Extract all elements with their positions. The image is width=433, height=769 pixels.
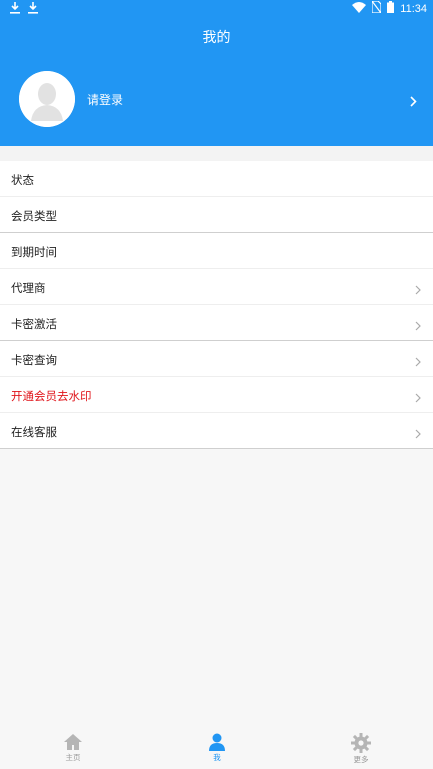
list-item-agent[interactable]: 代理商: [0, 269, 433, 305]
chevron-right-icon: [415, 352, 421, 371]
profile-login-row[interactable]: 请登录: [0, 66, 433, 136]
list-item-vip-watermark[interactable]: 开通会员去水印: [0, 377, 433, 413]
no-sim-icon: [371, 0, 382, 16]
row-label: 卡密激活: [11, 317, 57, 331]
row-label: 状态: [11, 173, 34, 187]
tab-label: 我: [213, 753, 221, 762]
wifi-icon: [352, 1, 367, 16]
tab-label: 更多: [353, 755, 369, 764]
home-icon: [33, 733, 113, 751]
row-label: 代理商: [11, 281, 46, 295]
tab-label: 主页: [65, 753, 81, 762]
person-icon: [177, 733, 257, 751]
chevron-right-icon: [410, 92, 417, 111]
avatar-placeholder-icon: [19, 71, 75, 127]
row-label: 开通会员去水印: [11, 389, 92, 403]
row-label: 在线客服: [11, 425, 57, 439]
chevron-right-icon: [415, 388, 421, 407]
row-label: 到期时间: [11, 245, 57, 259]
list-item-card-query[interactable]: 卡密查询: [0, 341, 433, 377]
tab-more[interactable]: 更多: [321, 728, 401, 769]
list-item-status: 状态: [0, 161, 433, 197]
list-item-support[interactable]: 在线客服: [0, 413, 433, 449]
status-bar: 11:34: [0, 0, 433, 18]
chevron-right-icon: [415, 316, 421, 335]
row-label: 卡密查询: [11, 353, 57, 367]
battery-icon: [387, 1, 395, 16]
download-icon: [10, 2, 20, 17]
tab-me[interactable]: 我: [177, 728, 257, 769]
row-label: 会员类型: [11, 209, 57, 223]
section-gap: [0, 146, 433, 161]
login-label: 请登录: [87, 93, 124, 107]
page-title: 我的: [202, 30, 231, 46]
menu-list: 状态 会员类型 到期时间 代理商 卡密激活 卡密查询 开通会员去水印 在线客服: [0, 161, 433, 449]
status-time: 11:34: [400, 2, 427, 15]
download-icon: [28, 2, 38, 17]
chevron-right-icon: [415, 424, 421, 443]
list-item-member-type: 会员类型: [0, 197, 433, 233]
list-item-card-activate[interactable]: 卡密激活: [0, 305, 433, 341]
bottom-nav: 主页 我 更多: [0, 728, 433, 769]
tab-home[interactable]: 主页: [33, 728, 113, 769]
chevron-right-icon: [415, 280, 421, 299]
list-item-expiry: 到期时间: [0, 233, 433, 269]
gear-icon: [321, 733, 401, 753]
